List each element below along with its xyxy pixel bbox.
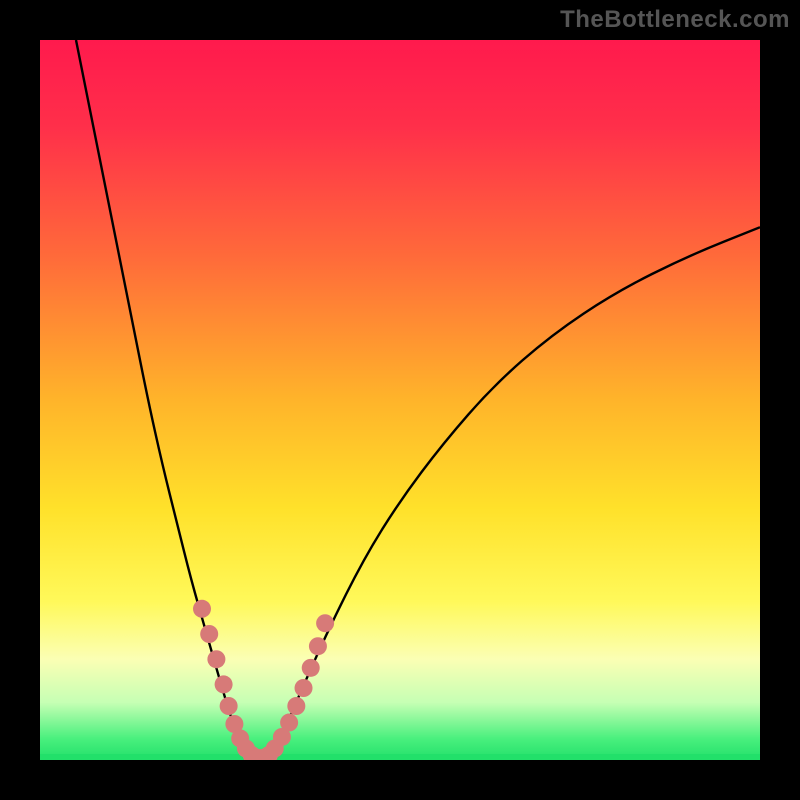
marker-dot: [287, 697, 305, 715]
marker-dot: [295, 679, 313, 697]
marker-dot: [215, 675, 233, 693]
marker-dot: [309, 637, 327, 655]
marker-dot: [316, 614, 334, 632]
curve-path: [76, 40, 760, 759]
plot-area: [40, 40, 760, 760]
marker-dot: [207, 650, 225, 668]
bottleneck-curve: [40, 40, 760, 760]
marker-dot: [200, 625, 218, 643]
marker-dot: [220, 697, 238, 715]
watermark-text: TheBottleneck.com: [560, 6, 790, 34]
marker-dot: [302, 659, 320, 677]
marker-dot: [193, 600, 211, 618]
baseline-stripe: [40, 754, 760, 760]
marker-dots: [193, 600, 334, 760]
marker-dot: [280, 714, 298, 732]
chart-frame: TheBottleneck.com: [0, 0, 800, 800]
